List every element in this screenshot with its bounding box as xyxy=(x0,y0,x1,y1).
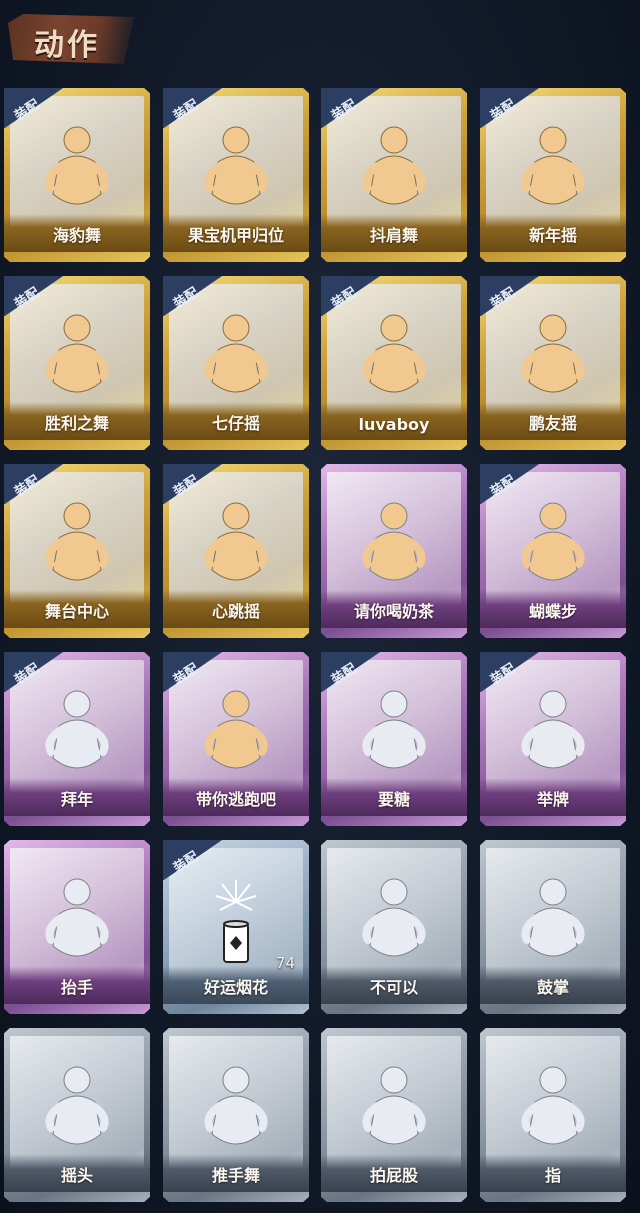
equipped-badge: 装配 xyxy=(4,88,68,128)
equipped-badge: 装配 xyxy=(480,464,544,504)
action-name: 鹏友摇 xyxy=(528,414,577,433)
ask-candy-icon xyxy=(348,686,440,782)
action-name: 新年摇 xyxy=(528,226,577,245)
equipped-badge: 装配 xyxy=(321,276,385,316)
action-name: 指 xyxy=(544,1166,561,1185)
heartbeat-sway-icon xyxy=(190,498,282,594)
action-card[interactable]: 推手舞 xyxy=(163,1028,309,1202)
action-name: 请你喝奶茶 xyxy=(353,602,434,621)
action-name: 抖肩舞 xyxy=(369,226,418,245)
item-count: 74 xyxy=(275,954,295,972)
page-title: 动作 xyxy=(34,28,100,63)
stage-center-icon xyxy=(31,498,123,594)
head-shake-icon xyxy=(31,1062,123,1158)
equipped-badge: 装配 xyxy=(4,464,68,504)
finger-wag-icon xyxy=(348,874,440,970)
action-card[interactable]: 鼓掌 xyxy=(480,840,626,1014)
action-name: 海豹舞 xyxy=(52,226,101,245)
action-name: 拜年 xyxy=(60,790,93,809)
equipped-badge: 装配 xyxy=(163,276,227,316)
point-icon xyxy=(507,1062,599,1158)
equipped-badge: 装配 xyxy=(480,652,544,692)
firework-icon xyxy=(190,874,282,970)
action-name: 舞台中心 xyxy=(44,602,109,621)
equipped-badge: 装配 xyxy=(321,88,385,128)
action-card[interactable]: 海豹舞 装配 xyxy=(4,88,150,262)
raise-hand-icon xyxy=(31,874,123,970)
action-card[interactable]: 拜年 装配 xyxy=(4,652,150,826)
action-name: 鼓掌 xyxy=(536,978,569,997)
equipped-badge: 装配 xyxy=(480,88,544,128)
action-card[interactable]: 摇头 xyxy=(4,1028,150,1202)
action-card[interactable]: luvaboy 装配 xyxy=(321,276,467,450)
action-name: 带你逃跑吧 xyxy=(195,790,276,809)
action-name: 蝴蝶步 xyxy=(528,602,577,621)
equipped-badge: 装配 xyxy=(163,88,227,128)
milk-tea-icon xyxy=(348,498,440,594)
action-card[interactable]: 蝴蝶步 装配 xyxy=(480,464,626,638)
action-card[interactable]: 好运烟花 装配 74 xyxy=(163,840,309,1014)
equipped-badge: 装配 xyxy=(4,652,68,692)
action-name: 要糖 xyxy=(377,790,410,809)
action-card[interactable]: 心跳摇 装配 xyxy=(163,464,309,638)
action-card[interactable]: 抖肩舞 装配 xyxy=(321,88,467,262)
seal-dance-icon xyxy=(31,122,123,218)
action-card[interactable]: 举牌 装配 xyxy=(480,652,626,826)
equipped-badge: 装配 xyxy=(163,840,227,880)
run-away-icon xyxy=(190,686,282,782)
luvaboy-icon xyxy=(348,310,440,406)
action-card[interactable]: 请你喝奶茶 xyxy=(321,464,467,638)
pengyou-sway-icon xyxy=(507,310,599,406)
action-name: luvaboy xyxy=(358,415,430,434)
butterfly-step-icon xyxy=(507,498,599,594)
equipped-badge: 装配 xyxy=(4,276,68,316)
action-card[interactable]: 抬手 xyxy=(4,840,150,1014)
action-name: 胜利之舞 xyxy=(44,414,109,433)
action-name: 推手舞 xyxy=(211,1166,260,1185)
action-card[interactable]: 不可以 xyxy=(321,840,467,1014)
action-name: 不可以 xyxy=(369,978,418,997)
action-card[interactable]: 带你逃跑吧 装配 xyxy=(163,652,309,826)
equipped-badge: 装配 xyxy=(480,276,544,316)
equipped-badge: 装配 xyxy=(163,652,227,692)
action-name: 拍屁股 xyxy=(369,1166,418,1185)
hold-sign-icon xyxy=(507,686,599,782)
action-name: 举牌 xyxy=(536,790,569,809)
equipped-badge: 装配 xyxy=(321,652,385,692)
action-card[interactable]: 拍屁股 xyxy=(321,1028,467,1202)
qizai-sway-icon xyxy=(190,310,282,406)
clap-icon xyxy=(507,874,599,970)
shoulder-shake-icon xyxy=(348,122,440,218)
equipped-badge: 装配 xyxy=(163,464,227,504)
action-name: 抬手 xyxy=(60,978,93,997)
action-name: 七仔摇 xyxy=(211,414,260,433)
action-name: 摇头 xyxy=(60,1166,93,1185)
victory-dance-icon xyxy=(31,310,123,406)
action-card[interactable]: 果宝机甲归位 装配 xyxy=(163,88,309,262)
push-hand-dance-icon xyxy=(190,1062,282,1158)
action-card[interactable]: 指 xyxy=(480,1028,626,1202)
action-card[interactable]: 鹏友摇 装配 xyxy=(480,276,626,450)
action-name: 好运烟花 xyxy=(203,978,268,997)
action-name: 果宝机甲归位 xyxy=(187,226,284,245)
action-card[interactable]: 新年摇 装配 xyxy=(480,88,626,262)
action-card[interactable]: 要糖 装配 xyxy=(321,652,467,826)
action-card[interactable]: 胜利之舞 装配 xyxy=(4,276,150,450)
new-year-greeting-icon xyxy=(31,686,123,782)
action-card[interactable]: 七仔摇 装配 xyxy=(163,276,309,450)
new-year-sway-icon xyxy=(507,122,599,218)
mecha-pose-icon xyxy=(190,122,282,218)
butt-slap-icon xyxy=(348,1062,440,1158)
actions-grid: 海豹舞 装配 果宝机甲归位 装配 抖肩舞 装配 新年摇 装配 胜利之舞 装配 七仔摇 装配 … xyxy=(4,88,640,1213)
action-name: 心跳摇 xyxy=(211,602,260,621)
action-card[interactable]: 舞台中心 装配 xyxy=(4,464,150,638)
